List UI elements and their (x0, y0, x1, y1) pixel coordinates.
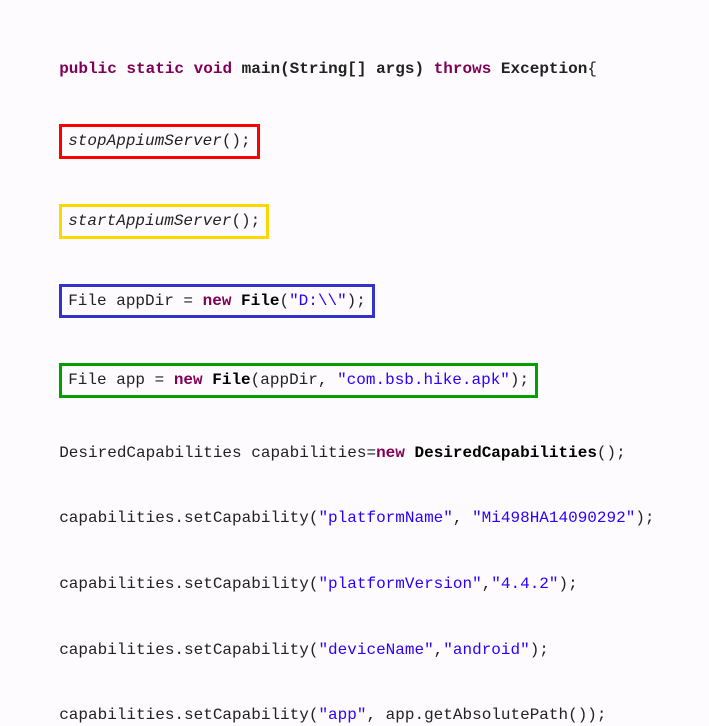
type-file: File (68, 292, 106, 310)
kw-static: static (126, 60, 184, 78)
line-start-appium: startAppiumServer(); (40, 183, 669, 239)
str-deviceid: "Mi498HA14090292" (472, 509, 635, 527)
line-cap-app: capabilities.setCapability("app", app.ge… (40, 684, 669, 726)
str-dpath: "D:\\" (289, 292, 347, 310)
str-platformname: "platformName" (318, 509, 452, 527)
var-appdir: appDir = (107, 292, 203, 310)
line-cap-platformname: capabilities.setCapability("platformName… (40, 488, 669, 530)
line-desired-caps: DesiredCapabilities capabilities=new Des… (40, 422, 669, 464)
kw-new: new (203, 292, 232, 310)
highlight-blue: File appDir = new File("D:\\"); (59, 284, 375, 319)
str-apk: "com.bsb.hike.apk" (337, 371, 510, 389)
call-close: (); (222, 132, 251, 150)
line-cap-devicename: capabilities.setCapability("deviceName",… (40, 619, 669, 661)
call-close: (); (231, 212, 260, 230)
str-app: "app" (318, 706, 366, 724)
open-brace: { (587, 60, 597, 78)
line-stop-appium: stopAppiumServer(); (40, 104, 669, 160)
type-desiredcaps2: DesiredCapabilities (414, 444, 596, 462)
line-file-app: File app = new File(appDir, "com.bsb.hik… (40, 342, 669, 398)
kw-void: void (194, 60, 232, 78)
str-platformversion: "platformVersion" (318, 575, 481, 593)
type-desiredcaps: DesiredCapabilities (59, 444, 241, 462)
str-android: "android" (443, 641, 529, 659)
kw-throws: throws (434, 60, 492, 78)
line-file-appdir: File appDir = new File("D:\\"); (40, 263, 669, 319)
method-params: (String[] args) (280, 60, 424, 78)
str-devicename: "deviceName" (318, 641, 433, 659)
var-app: app = (107, 371, 174, 389)
method-signature-line: public static void main(String[] args) t… (40, 38, 669, 80)
line-cap-platformversion: capabilities.setCapability("platformVers… (40, 553, 669, 595)
var-caps: capabilities= (242, 444, 376, 462)
kw-public: public (59, 60, 117, 78)
type-file2: File (241, 292, 279, 310)
kw-new: new (174, 371, 203, 389)
str-version: "4.4.2" (491, 575, 558, 593)
type-exception: Exception (501, 60, 587, 78)
call-stop-appium: stopAppiumServer (68, 132, 222, 150)
call-start-appium: startAppiumServer (68, 212, 231, 230)
method-main: main (242, 60, 280, 78)
highlight-green: File app = new File(appDir, "com.bsb.hik… (59, 363, 538, 398)
highlight-yellow: startAppiumServer(); (59, 204, 269, 239)
type-file: File (68, 371, 106, 389)
highlight-red: stopAppiumServer(); (59, 124, 259, 159)
kw-new: new (376, 444, 405, 462)
type-file2: File (212, 371, 250, 389)
